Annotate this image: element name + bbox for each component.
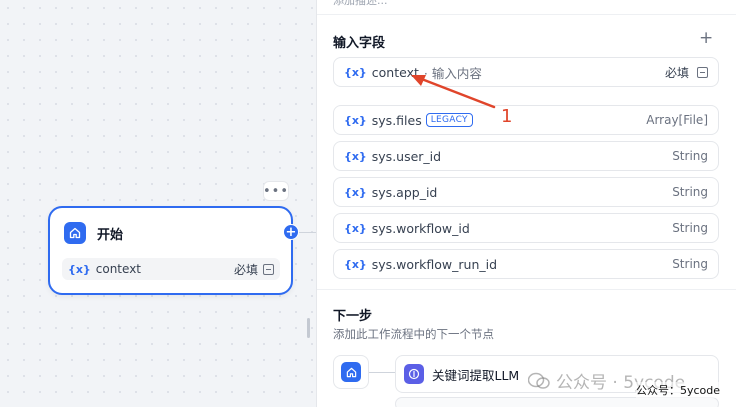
variable-icon: {x}	[344, 185, 367, 199]
input-field-sys-workflow-run-id[interactable]: {x} sys.workflow_run_id String	[333, 249, 719, 279]
variable-icon: {x}	[344, 257, 367, 271]
field-name: sys.workflow_id	[371, 220, 470, 236]
field-type: String	[672, 257, 708, 271]
required-label: 必填	[664, 65, 689, 80]
start-node-title: 开始	[97, 227, 124, 243]
field-description: · 输入内容	[423, 65, 482, 81]
input-fields-title: 输入字段	[333, 36, 386, 51]
legacy-badge: LEGACY	[425, 113, 473, 127]
variable-name: context	[95, 262, 141, 276]
wechat-icon	[527, 372, 550, 390]
start-node-header: 开始	[64, 222, 123, 244]
field-type: String	[672, 185, 708, 199]
variable-icon: {x}	[344, 113, 367, 127]
next-step-description: 添加此工作流程中的下一个节点	[333, 327, 494, 341]
watermark-caption: 公众号：5ycode	[636, 382, 721, 398]
node-more-button[interactable]: •••	[263, 181, 289, 201]
variable-icon: {x}	[344, 149, 367, 163]
next-node-label: 关键词提取LLM	[432, 367, 520, 383]
add-input-field-button[interactable]: +	[699, 30, 713, 47]
divider	[317, 14, 736, 15]
next-step-connector	[369, 372, 395, 373]
input-field-sys-user-id[interactable]: {x} sys.user_id String	[333, 141, 719, 171]
input-field-context[interactable]: {x} context · 输入内容 必填	[333, 57, 719, 87]
next-step-title: 下一步	[333, 309, 373, 324]
workflow-canvas[interactable]	[0, 0, 316, 407]
panel-description[interactable]: 添加描述...	[333, 0, 388, 8]
variable-icon: {x}	[344, 221, 367, 235]
field-name: context	[371, 64, 419, 80]
field-type: String	[672, 221, 708, 235]
required-label: 必填	[233, 262, 258, 277]
home-icon	[64, 222, 86, 244]
input-field-sys-files[interactable]: {x} sys.files LEGACY Array[File]	[333, 105, 719, 135]
field-name: sys.workflow_run_id	[371, 256, 498, 272]
input-field-sys-workflow-id[interactable]: {x} sys.workflow_id String	[333, 213, 719, 243]
panel-resize-handle[interactable]	[307, 318, 310, 338]
home-icon	[341, 362, 361, 382]
variable-icon: {x}	[68, 262, 91, 276]
text-type-icon	[697, 66, 708, 78]
field-name: sys.files	[371, 112, 422, 128]
start-node-variable: {x} context 必填	[62, 258, 280, 280]
add-next-node-button[interactable]: +	[283, 224, 299, 240]
field-type: Array[File]	[646, 113, 708, 127]
field-name: sys.user_id	[371, 148, 442, 164]
node-settings-panel: 添加描述... 输入字段 + {x} context · 输入内容 必填 {x}…	[316, 0, 736, 407]
next-step-start-node	[333, 355, 369, 389]
start-node[interactable]: 开始 {x} context 必填	[48, 206, 293, 295]
field-type: String	[672, 149, 708, 163]
next-node-partial[interactable]	[395, 397, 719, 407]
node-connector-line	[299, 232, 316, 233]
annotation-number: 1	[501, 106, 513, 127]
divider	[317, 289, 736, 290]
llm-icon	[404, 364, 424, 384]
text-type-icon	[263, 263, 274, 275]
variable-icon: {x}	[344, 65, 367, 79]
field-name: sys.app_id	[371, 184, 438, 200]
input-field-sys-app-id[interactable]: {x} sys.app_id String	[333, 177, 719, 207]
